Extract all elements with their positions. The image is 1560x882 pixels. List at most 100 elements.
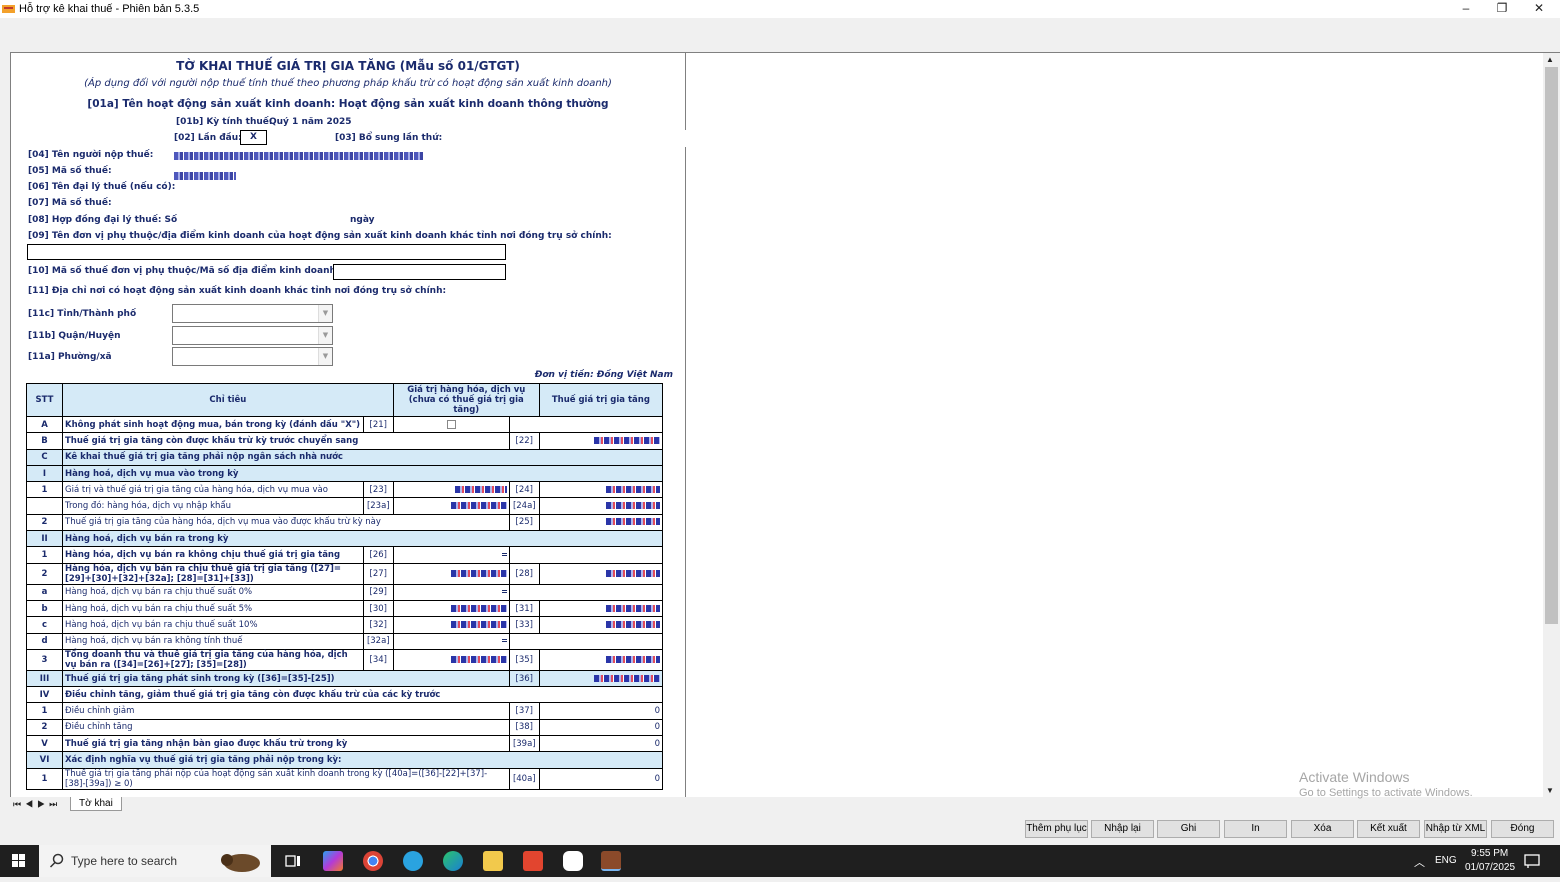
clock-date[interactable]: 01/07/2025 [1465,862,1515,873]
row-value-goods[interactable] [392,481,510,499]
agent-code-label: [07] Mã số thuế: [28,198,112,208]
close-form-button[interactable]: Đóng [1491,820,1554,838]
row-value-goods[interactable] [392,562,510,585]
taskbar-search[interactable]: Type here to search [39,845,271,877]
taxpayer-name-redacted [174,152,424,160]
first-time-checkbox[interactable]: X [240,130,267,145]
print-button[interactable]: In [1224,820,1287,838]
agent-contract-label: [08] Hợp đồng đại lý thuế: Số [28,215,178,225]
sheet-tab-to-khai[interactable]: Tờ khai [70,797,122,811]
row-stt: I [26,464,63,483]
row-value-vat[interactable]: 0 [538,735,664,753]
row-value-vat[interactable] [538,497,664,515]
workspace: TỜ KHAI THUẾ GIÁ TRỊ GIA TĂNG (Mẫu số 01… [0,18,1560,814]
row-code-goods: [23] [362,481,394,499]
table-row: 2 Hàng hóa, dịch vụ bán ra chịu thuế giá … [26,562,664,585]
sheet-nav-arrows[interactable]: ⏮◀▶⏭ [13,799,61,810]
row-value-vat[interactable]: 0 [538,718,664,737]
chevron-down-icon[interactable]: ▼ [318,327,332,344]
copilot-icon[interactable] [323,851,343,871]
row-value-goods[interactable] [392,546,510,564]
province-select[interactable]: ▼ [172,304,333,323]
export-button[interactable]: Kết xuất [1357,820,1420,838]
chrome-icon[interactable] [363,851,383,871]
row-value-vat[interactable] [538,481,664,499]
row-indicator: Hàng hoá, dịch vụ bán ra trong kỳ [62,530,663,548]
chevron-up-icon[interactable]: ︿ [1414,854,1425,870]
ward-select[interactable]: ▼ [172,347,333,366]
start-button[interactable] [0,845,38,877]
window-title: Hỗ trợ kê khai thuế - Phiên bản 5.3.5 [19,3,200,15]
table-row: A Không phát sinh hoạt động mua, bán tron… [26,415,664,434]
row-value-vat[interactable] [538,648,664,671]
row-value-goods[interactable] [392,497,510,515]
row-value-goods[interactable] [392,415,510,434]
row-code-goods: [21] [362,415,394,434]
header-stt: STT [26,383,63,417]
delete-button[interactable]: Xóa [1291,820,1354,838]
row-indicator: Hàng hoá, dịch vụ bán ra chịu thuế suất … [62,583,364,601]
row-indicator: Trong đó: hàng hóa, dịch vụ nhập khẩu [62,497,364,515]
row-value-goods[interactable] [392,583,510,601]
language-indicator[interactable]: ENG [1435,855,1457,866]
row-value-goods[interactable] [392,648,510,671]
row-value-goods[interactable] [392,616,510,634]
row-value-vat[interactable] [538,562,664,585]
ward-label: [11a] Phường/xã [28,352,112,362]
vertical-scrollbar[interactable]: ▲ ▼ [1543,53,1560,797]
row-code-vat: [28] [508,562,540,585]
watermark-line2: Go to Settings to activate Windows. [1299,787,1473,799]
save-button[interactable]: Ghi [1157,820,1220,838]
row-code-vat: [33] [508,616,540,634]
clock-time[interactable]: 9:55 PM [1471,848,1508,859]
notification-icon[interactable] [1524,853,1540,869]
row-value-vat[interactable] [538,669,664,688]
scroll-thumb[interactable] [1545,67,1558,624]
row-indicator: Kê khai thuế giá trị gia tăng phải nộp n… [62,448,663,466]
edge-icon[interactable] [443,851,463,871]
task-view-icon[interactable] [283,851,303,871]
telegram-icon[interactable] [403,851,423,871]
row-indicator: Hàng hóa, dịch vụ bán ra chịu thuế giá t… [62,562,364,585]
row-value-vat[interactable]: 0 [538,702,664,720]
table-row: C Kê khai thuế giá trị gia tăng phải nộp … [26,448,663,466]
restore-button[interactable]: ❐ [1484,0,1520,18]
no-activity-checkbox[interactable] [446,420,456,430]
branch-name-label: [09] Tên đơn vị phụ thuộc/địa điểm kinh … [28,231,612,241]
row-code-vat: [25] [508,513,540,532]
reenter-button[interactable]: Nhập lại [1091,820,1154,838]
row-stt: 1 [26,481,63,499]
minimize-button[interactable]: – [1448,0,1484,18]
row-stt: 2 [26,718,63,737]
row-value-vat[interactable] [538,599,664,618]
column-divider [685,53,686,130]
row-code-vat: [35] [508,648,540,671]
import-xml-button[interactable]: Nhập từ XML [1424,820,1487,838]
chevron-down-icon[interactable]: ▼ [318,348,332,365]
chevron-down-icon[interactable]: ▼ [318,305,332,322]
table-row: c Hàng hoá, dịch vụ bán ra chịu thuế suất… [26,616,664,634]
zalo-icon[interactable] [563,851,583,871]
row-code-vat: [31] [508,599,540,618]
scroll-down-icon[interactable]: ▼ [1546,786,1554,795]
row-code-vat: [24a] [508,497,540,515]
row-value-vat[interactable] [538,432,664,450]
row-indicator: Thuế giá trị gia tăng phát sinh trong kỳ… [62,669,510,688]
row-value-vat[interactable]: 0 [538,767,664,790]
row-value-goods[interactable] [392,632,510,650]
row-stt [26,497,63,515]
row-value-vat[interactable] [538,513,664,532]
row-stt: C [26,448,63,466]
wps-office-icon[interactable] [523,851,543,871]
branch-code-input[interactable] [333,264,506,280]
row-value-goods[interactable] [392,599,510,618]
row-stt: 2 [26,562,63,585]
close-button[interactable]: ✕ [1521,0,1557,18]
district-select[interactable]: ▼ [172,326,333,345]
file-explorer-icon[interactable] [483,851,503,871]
scroll-up-icon[interactable]: ▲ [1546,55,1554,64]
branch-name-input[interactable] [27,244,506,260]
add-appendix-button[interactable]: Thêm phụ lục [1025,820,1088,838]
tax-app-icon[interactable] [601,851,621,871]
row-value-vat[interactable] [538,616,664,634]
